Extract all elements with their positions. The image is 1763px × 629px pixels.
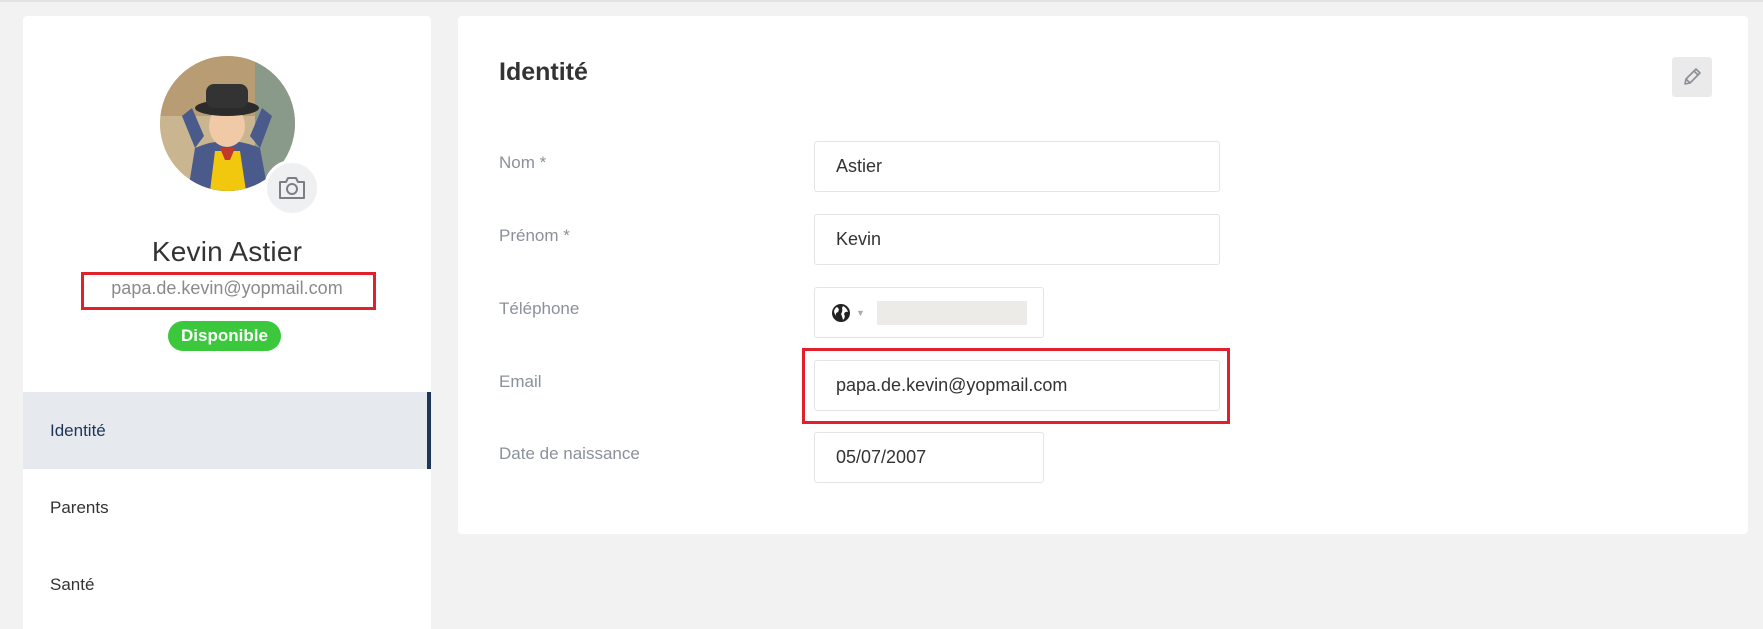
birthdate-label: Date de naissance: [499, 444, 640, 463]
change-photo-button[interactable]: [264, 160, 320, 216]
chevron-down-icon: ▼: [856, 307, 865, 318]
camera-icon: [279, 177, 305, 199]
sidebar-item-label: Parents: [50, 497, 109, 517]
phone-number-redacted: [876, 300, 1027, 325]
globe-icon: [832, 303, 850, 322]
nom-field[interactable]: Astier: [814, 141, 1220, 192]
prenom-value: Kevin: [836, 229, 882, 249]
pencil-icon: [1684, 68, 1701, 85]
identity-card: Identité Nom * Astier Prénom * Kevin Tél…: [458, 16, 1748, 534]
status-badge: Disponible: [168, 321, 281, 351]
highlight-box: [802, 348, 1230, 424]
avatar-container: [160, 56, 320, 216]
user-name: Kevin Astier: [151, 236, 303, 267]
telephone-label: Téléphone: [499, 299, 580, 318]
edit-button[interactable]: [1672, 57, 1712, 97]
sidebar-item-label: Identité: [50, 420, 106, 440]
section-title: Identité: [499, 58, 588, 86]
prenom-label: Prénom *: [499, 226, 570, 245]
sidebar-item-label: Santé: [50, 574, 95, 594]
telephone-field[interactable]: ▼: [814, 287, 1044, 338]
sidebar-item-parents[interactable]: Parents: [23, 469, 431, 546]
birthdate-value: 05/07/2007: [836, 447, 927, 467]
prenom-field[interactable]: Kevin: [814, 214, 1220, 265]
nom-label: Nom *: [499, 153, 547, 172]
sidebar-item-sante[interactable]: Santé: [23, 546, 431, 623]
sidebar-nav: Identité Parents Santé: [23, 392, 431, 623]
nom-value: Astier: [836, 156, 883, 176]
profile-sidebar: Kevin Astier papa.de.kevin@yopmail.com D…: [23, 16, 431, 629]
highlight-box: [81, 272, 376, 310]
country-select[interactable]: ▼: [831, 303, 865, 323]
email-label: Email: [499, 372, 542, 391]
birthdate-field[interactable]: 05/07/2007: [814, 432, 1044, 483]
sidebar-item-identite[interactable]: Identité: [23, 392, 431, 469]
